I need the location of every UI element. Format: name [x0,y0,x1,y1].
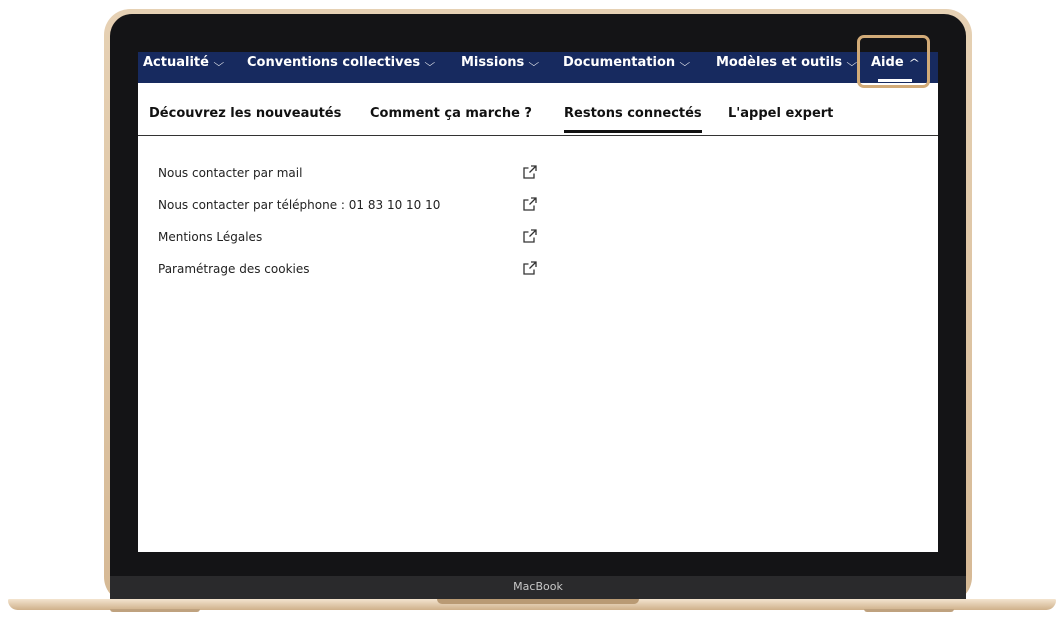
tab-label: L'appel expert [728,106,834,121]
link-label: Paramétrage des cookies [158,262,310,276]
top-navigation: Actualité ⌵ Conventions collectives ⌵ Miss… [138,52,938,83]
active-tab-underline [564,130,702,133]
link-mentions-legales[interactable]: Mentions Légales [158,228,548,248]
chevron-down-icon: ⌵ [528,58,540,69]
subtab-bar: Découvrez les nouveautés Comment ça marc… [138,83,938,136]
nav-item-label: Documentation [563,55,676,70]
external-link-icon [523,165,537,179]
external-link-icon [523,197,537,211]
nav-item-label: Modèles et outils [716,55,843,70]
nav-item-documentation[interactable]: Documentation ⌵ [563,52,691,83]
nav-item-actualite[interactable]: Actualité ⌵ [143,52,225,83]
tab-label: Comment ça marche ? [370,106,532,121]
link-label: Mentions Légales [158,230,263,244]
screen: Actualité ⌵ Conventions collectives ⌵ Miss… [138,52,938,552]
link-label: Nous contacter par téléphone : 01 83 10 … [158,198,441,212]
chevron-down-icon: ⌵ [679,58,691,69]
tab-appel-expert[interactable]: L'appel expert [728,106,833,121]
tab-decouvrez-les-nouveautes[interactable]: Découvrez les nouveautés [149,106,341,121]
nav-item-label: Missions [461,55,525,70]
link-parametrage-cookies[interactable]: Paramétrage des cookies [158,260,548,280]
chevron-down-icon: ⌵ [424,58,436,69]
external-link-icon [523,229,537,243]
link-label: Nous contacter par mail [158,166,303,180]
link-contact-mail[interactable]: Nous contacter par mail [158,164,548,184]
nav-item-conventions-collectives[interactable]: Conventions collectives ⌵ [247,52,436,83]
tab-restons-connectes[interactable]: Restons connectés [564,106,702,133]
tab-label: Restons connectés [564,106,702,121]
nav-item-missions[interactable]: Missions ⌵ [461,52,540,83]
nav-item-label: Actualité [143,55,209,70]
laptop-notch [437,599,639,604]
laptop-foot-left [110,609,200,612]
external-link-icon [523,261,537,275]
tab-comment-ca-marche[interactable]: Comment ça marche ? [370,106,532,121]
chevron-down-icon: ⌵ [213,58,225,69]
link-contact-telephone[interactable]: Nous contacter par téléphone : 01 83 10 … [158,196,548,216]
tab-label: Découvrez les nouveautés [149,106,342,121]
laptop-foot-right [864,609,954,612]
chevron-down-icon: ⌵ [846,58,858,69]
nav-item-modeles-et-outils[interactable]: Modèles et outils ⌵ [716,52,858,83]
nav-item-label: Conventions collectives [247,55,421,70]
macbook-label: MacBook [513,580,563,593]
aide-highlight-frame [857,35,930,88]
